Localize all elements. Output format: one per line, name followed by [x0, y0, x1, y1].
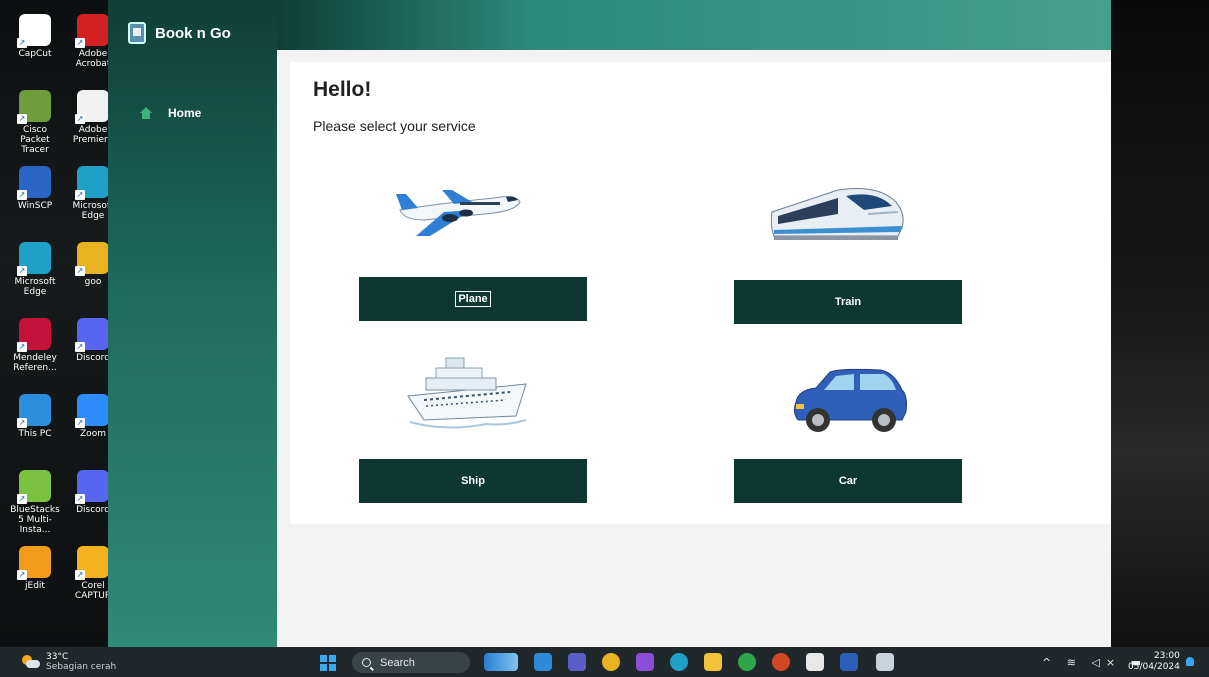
desktop-wallpaper — [1111, 0, 1209, 647]
shortcut-arrow-icon: ↗ — [17, 494, 27, 504]
bluestacks-icon: ↗ — [17, 470, 51, 504]
desktop-shortcut[interactable]: ↗ Mendeley Referen... — [8, 318, 62, 373]
desktop-shortcut[interactable]: ↗ Cisco Packet Tracer — [8, 90, 62, 155]
desktop-shortcut[interactable]: ↗ CapCut — [8, 14, 62, 59]
desktop-shortcut[interactable]: ↗ This PC — [8, 394, 62, 439]
plane-button[interactable]: Plane — [359, 277, 587, 321]
shortcut-arrow-icon: ↗ — [17, 418, 27, 428]
widget-scenery-icon[interactable] — [484, 653, 518, 671]
plane-button-label: Plane — [455, 291, 491, 307]
jedit-icon: ↗ — [17, 546, 51, 580]
shortcut-arrow-icon: ↗ — [17, 570, 27, 580]
shortcut-arrow-icon: ↗ — [75, 114, 85, 124]
partly-sunny-icon — [22, 655, 40, 669]
chrome-icon[interactable] — [602, 653, 620, 671]
desktop-shortcut[interactable]: ↗ Microsoft Edge — [8, 242, 62, 297]
weather-widget[interactable]: 33°C Sebagian cerah — [22, 652, 116, 672]
desktop-shortcut-label: BlueStacks 5 Multi-Insta... — [10, 505, 60, 535]
page-subtitle: Please select your service — [313, 118, 476, 134]
app-title: Book n Go — [155, 24, 231, 42]
desktop-shortcut-label: jEdit — [25, 581, 45, 591]
shortcut-arrow-icon: ↗ — [75, 570, 85, 580]
edge-icon: ↗ — [17, 242, 51, 276]
shortcut-arrow-icon: ↗ — [17, 190, 27, 200]
shortcut-arrow-icon: ↗ — [17, 342, 27, 352]
car-button[interactable]: Car — [734, 459, 962, 503]
taskbar-search[interactable]: Search — [352, 652, 470, 673]
windows-start-icon[interactable] — [320, 655, 336, 671]
edge-icon: ↗ — [75, 166, 109, 200]
discord-icon: ↗ — [75, 470, 109, 504]
file-explorer-icon[interactable] — [704, 653, 722, 671]
weather-temperature: 33°C — [46, 652, 69, 662]
clock-date: 05/04/2024 — [1128, 662, 1180, 672]
notification-bell-icon[interactable] — [1186, 657, 1194, 666]
book-n-go-window: Book n Go Home Hello! Please select your… — [108, 0, 1111, 647]
shortcut-arrow-icon: ↗ — [17, 38, 27, 48]
shortcut-arrow-icon: ↗ — [17, 114, 27, 124]
desktop-shortcut-label: This PC — [18, 429, 52, 439]
shortcut-arrow-icon: ↗ — [75, 190, 85, 200]
packet-tracer-icon: ↗ — [17, 90, 51, 124]
files-app-icon[interactable] — [534, 653, 552, 671]
ship-image — [407, 357, 527, 429]
plane-image — [396, 190, 521, 236]
zoom-icon: ↗ — [75, 394, 109, 428]
top-bar — [277, 0, 1111, 50]
desktop-shortcut-label: Microsoft Edge — [14, 277, 56, 297]
desktop-shortcut[interactable]: ↗ WinSCP — [8, 166, 62, 211]
sidebar: Book n Go Home — [108, 0, 277, 647]
edge-icon[interactable] — [670, 653, 688, 671]
shortcut-arrow-icon: ↗ — [75, 342, 85, 352]
shortcut-arrow-icon: ↗ — [75, 494, 85, 504]
brand: Book n Go — [128, 22, 231, 44]
mendeley-icon: ↗ — [17, 318, 51, 352]
home-icon — [140, 107, 152, 119]
search-icon — [362, 658, 371, 667]
car-button-label: Car — [838, 475, 858, 487]
teams-icon[interactable] — [568, 653, 586, 671]
page-title: Hello! — [313, 78, 372, 101]
document-icon: ↗ — [75, 90, 109, 124]
train-image — [770, 188, 904, 240]
discord-icon: ↗ — [75, 318, 109, 352]
main-content: Hello! Please select your service Plane — [290, 62, 1111, 524]
desktop-shortcut[interactable]: ↗ BlueStacks 5 Multi-Insta... — [8, 470, 62, 535]
desktop-shortcut-label: CapCut — [18, 49, 52, 59]
ship-button[interactable]: Ship — [359, 459, 587, 503]
weather-description: Sebagian cerah — [46, 662, 117, 672]
clock-time: 23:00 — [1153, 651, 1180, 661]
powerpoint-icon[interactable] — [772, 653, 790, 671]
visual-studio-icon[interactable] — [636, 653, 654, 671]
train-button[interactable]: Train — [734, 280, 962, 324]
taskbar-search-label: Search — [380, 656, 415, 669]
desktop-shortcut[interactable]: ↗ jEdit — [8, 546, 62, 591]
word-icon[interactable] — [840, 653, 858, 671]
chrome-icon: ↗ — [75, 242, 109, 276]
train-button-label: Train — [834, 296, 862, 308]
acrobat-icon: ↗ — [75, 14, 109, 48]
desktop-shortcut-label: Cisco Packet Tracer — [20, 125, 50, 155]
desktop-shortcut-label: Mendeley Referen... — [13, 353, 57, 373]
winscp-icon: ↗ — [17, 166, 51, 200]
ship-button-label: Ship — [461, 475, 485, 487]
monitor-icon: ↗ — [17, 394, 51, 428]
car-image — [793, 368, 907, 432]
nav-item-home[interactable]: Home — [140, 106, 201, 120]
shortcut-arrow-icon: ↗ — [17, 266, 27, 276]
shortcut-arrow-icon: ↗ — [75, 266, 85, 276]
chrome-profile-icon[interactable] — [738, 653, 756, 671]
capcut-icon: ↗ — [17, 14, 51, 48]
app-hexagon-icon[interactable] — [806, 653, 824, 671]
shortcut-arrow-icon: ↗ — [75, 38, 85, 48]
java-app-icon[interactable] — [876, 653, 894, 671]
taskbar: 33°C Sebagian cerah Search ^ ≋ ◁× ▬ 23:0… — [0, 647, 1209, 677]
desktop-shortcut-label: WinSCP — [17, 201, 53, 211]
shortcut-arrow-icon: ↗ — [75, 418, 85, 428]
clock[interactable]: 23:00 05/04/2024 — [1128, 651, 1180, 673]
app-logo-icon — [128, 22, 146, 44]
nav-item-home-label: Home — [168, 106, 202, 120]
corel-capture-icon: ↗ — [75, 546, 109, 580]
